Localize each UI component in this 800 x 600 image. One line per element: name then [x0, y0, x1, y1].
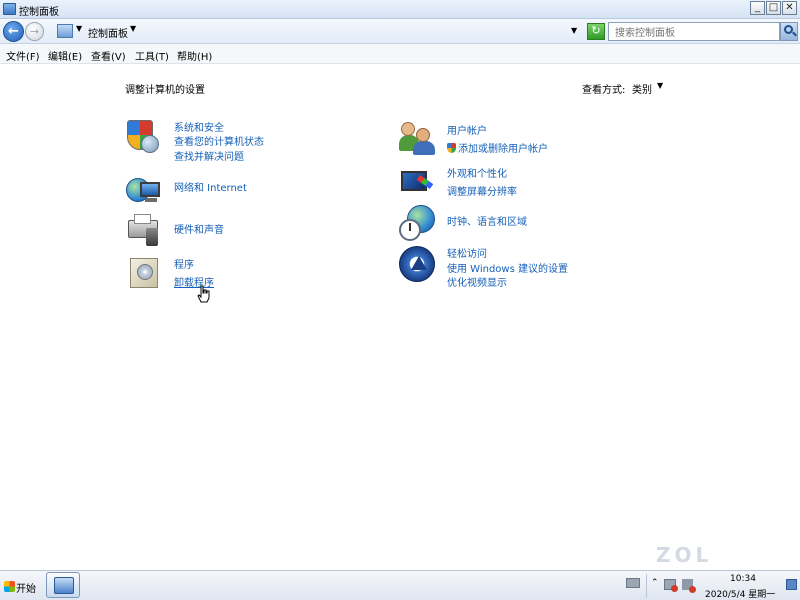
- network-tray-icon[interactable]: [664, 579, 678, 592]
- title-bar: 控制面板 _ □ ✕: [0, 0, 800, 19]
- taskbar-control-panel-button[interactable]: [46, 572, 80, 598]
- category-ease-of-access[interactable]: 轻松访问: [447, 245, 487, 260]
- chevron-down-icon[interactable]: ▼: [657, 81, 663, 90]
- programs-icon[interactable]: [128, 254, 164, 290]
- window-title: 控制面板: [19, 7, 59, 18]
- menu-help[interactable]: 帮助(H): [177, 48, 212, 63]
- users-icon[interactable]: [399, 120, 435, 156]
- close-button[interactable]: ✕: [782, 1, 797, 15]
- appearance-icon[interactable]: [399, 165, 435, 201]
- page-title: 调整计算机的设置: [125, 85, 205, 96]
- menu-file[interactable]: 文件(F): [6, 48, 40, 63]
- control-panel-icon: [54, 577, 74, 594]
- back-button[interactable]: ←: [3, 21, 24, 42]
- link-view-computer-status[interactable]: 查看您的计算机状态: [174, 133, 264, 148]
- taskbar: 开始 ⌃ 10:34 2020/5/4 星期一: [0, 570, 800, 600]
- link-adjust-resolution[interactable]: 调整屏幕分辨率: [447, 183, 517, 198]
- forward-button[interactable]: →: [25, 22, 44, 41]
- menu-edit[interactable]: 编辑(E): [48, 48, 82, 63]
- category-hardware-sound[interactable]: 硬件和声音: [174, 221, 224, 236]
- control-panel-icon: [57, 24, 73, 38]
- shield-icon[interactable]: [126, 119, 162, 155]
- link-add-remove-accounts[interactable]: 添加或删除用户帐户: [447, 140, 548, 155]
- link-windows-recommended[interactable]: 使用 Windows 建议的设置: [447, 260, 568, 275]
- watermark: ZOL: [656, 543, 713, 567]
- view-by-label: 查看方式:: [582, 85, 626, 96]
- category-programs[interactable]: 程序: [174, 256, 194, 271]
- breadcrumb[interactable]: 控制面板: [88, 25, 128, 40]
- uac-shield-icon: [447, 143, 456, 153]
- refresh-button[interactable]: ↻: [587, 23, 605, 40]
- show-desktop-button[interactable]: [786, 579, 797, 590]
- link-find-fix-problems[interactable]: 查找并解决问题: [174, 148, 244, 163]
- view-by-select[interactable]: 类别: [632, 81, 652, 96]
- menu-view[interactable]: 查看(V): [91, 48, 126, 63]
- control-panel-icon: [3, 3, 16, 15]
- chevron-down-icon[interactable]: ▼: [76, 24, 82, 33]
- clock-globe-icon[interactable]: [399, 205, 435, 241]
- category-clock-language-region[interactable]: 时钟、语言和区域: [447, 213, 527, 228]
- volume-icon[interactable]: [682, 579, 696, 593]
- hand-cursor-icon: [197, 285, 210, 303]
- windows-logo-icon: [4, 581, 15, 592]
- category-appearance[interactable]: 外观和个性化: [447, 165, 507, 180]
- ease-of-access-icon[interactable]: [399, 246, 435, 282]
- category-user-accounts[interactable]: 用户帐户: [447, 122, 487, 137]
- start-button[interactable]: 开始: [2, 575, 40, 597]
- search-input[interactable]: [608, 22, 780, 41]
- maximize-button[interactable]: □: [766, 1, 781, 15]
- menu-tools[interactable]: 工具(T): [135, 48, 169, 63]
- show-hidden-icons-button[interactable]: ⌃: [651, 578, 659, 588]
- search-button[interactable]: [780, 22, 798, 41]
- printer-icon[interactable]: [126, 212, 162, 248]
- control-panel-content: 调整计算机的设置 查看方式: 类别 ▼ 系统和安全 查看您的计算机状态 查找并解…: [0, 64, 800, 570]
- clock-date[interactable]: 2020/5/4 星期一: [705, 587, 775, 600]
- link-optimize-display[interactable]: 优化视频显示: [447, 274, 507, 289]
- breadcrumb-dropdown-icon[interactable]: ▼: [130, 24, 136, 33]
- keyboard-icon[interactable]: [626, 578, 640, 588]
- minimize-button[interactable]: _: [750, 1, 765, 15]
- clock-time[interactable]: 10:34: [730, 574, 756, 584]
- address-history-dropdown[interactable]: ▼: [571, 26, 577, 35]
- menu-bar: 文件(F) 编辑(E) 查看(V) 工具(T) 帮助(H): [0, 44, 800, 64]
- network-icon[interactable]: [126, 172, 162, 208]
- category-network-internet[interactable]: 网络和 Internet: [174, 179, 247, 194]
- category-system-security[interactable]: 系统和安全: [174, 119, 224, 134]
- address-bar: ← → ▼ 控制面板 ▼ ▼ ↻: [0, 19, 800, 44]
